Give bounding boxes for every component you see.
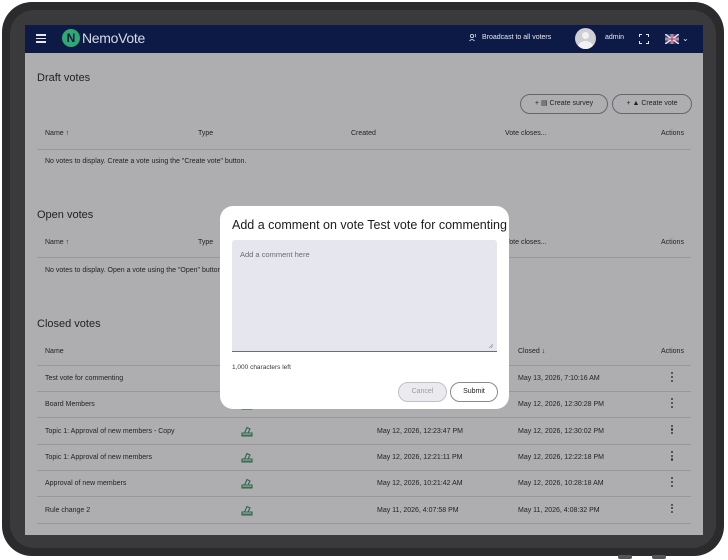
broadcast-icon[interactable]	[469, 33, 477, 42]
user-name[interactable]: admin	[605, 34, 624, 41]
app-screen: N NemoVote Broadcast to all voters admin…	[25, 25, 703, 535]
submit-button[interactable]: Submit	[450, 382, 498, 402]
broadcast-button[interactable]: Broadcast to all voters	[482, 34, 551, 41]
top-bar: N NemoVote Broadcast to all voters admin…	[25, 25, 703, 53]
uk-flag-icon[interactable]	[665, 34, 679, 44]
comment-textarea[interactable]: Add a comment here	[232, 240, 497, 352]
hardware-button	[652, 555, 666, 559]
hardware-button	[618, 555, 632, 559]
comment-placeholder: Add a comment here	[240, 250, 310, 259]
logo-text: NemoVote	[82, 30, 145, 46]
cancel-button[interactable]: Cancel	[398, 382, 447, 402]
chevron-down-icon[interactable]: ⌄	[682, 34, 689, 43]
dialog-title: Add a comment on vote Test vote for comm…	[232, 218, 507, 232]
characters-left: 1,000 characters left	[232, 364, 291, 371]
comment-dialog: Add a comment on vote Test vote for comm…	[220, 206, 509, 409]
resize-handle-icon[interactable]	[488, 343, 493, 348]
modal-backdrop[interactable]: Add a comment on vote Test vote for comm…	[25, 53, 703, 535]
fullscreen-icon[interactable]	[639, 34, 649, 44]
menu-icon[interactable]	[36, 34, 46, 43]
avatar[interactable]	[575, 28, 596, 49]
logo-badge: N	[62, 29, 80, 47]
